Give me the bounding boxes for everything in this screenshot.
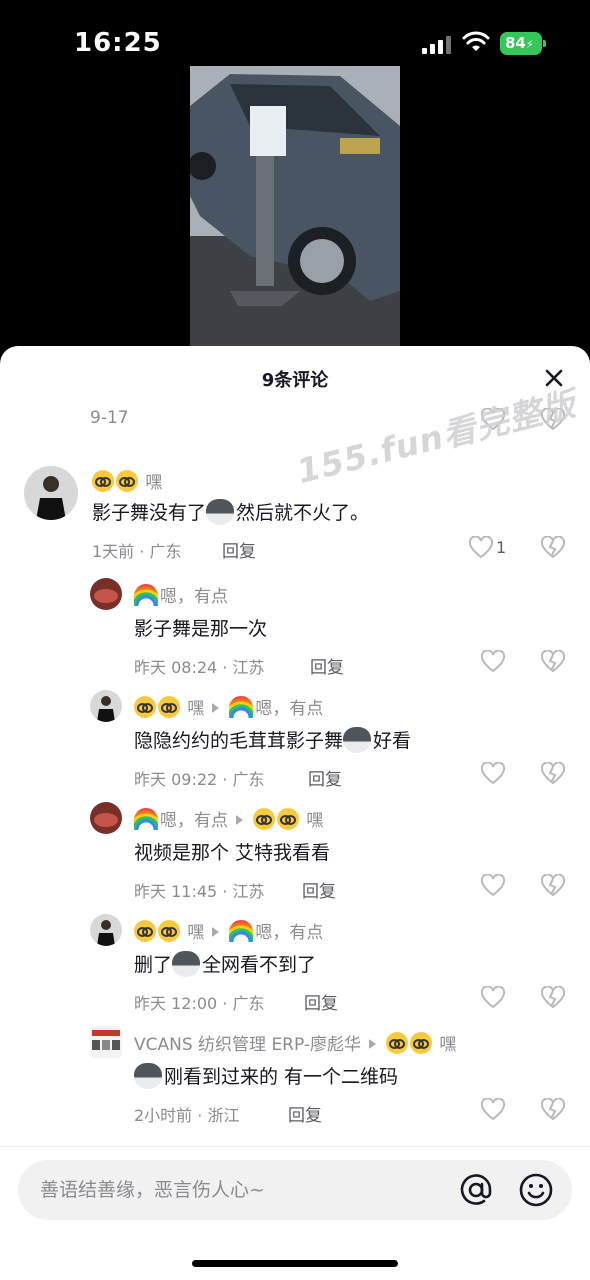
comment-text: 刚看到过来的 有一个二维码 [134,1062,398,1089]
nerd-emoji [277,808,299,830]
broken-heart-icon[interactable] [540,1098,566,1122]
heart-icon[interactable] [468,536,494,560]
comment-text: 视频是那个 艾特我看看 [134,842,331,864]
heart-icon[interactable] [480,986,506,1010]
comment-username[interactable]: 嗯，有点 嘿 [134,806,323,831]
husky-emoji [134,1063,162,1089]
reply-button[interactable]: 回复 [222,537,256,562]
comment-text: 隐隐约约的毛茸茸影子舞 好看 [134,726,411,753]
husky-emoji [343,727,372,753]
comment-username[interactable]: 嗯，有点 [134,582,228,607]
comment-input-bar [18,1160,572,1220]
broken-heart-icon[interactable] [540,986,566,1010]
reply-button[interactable]: 回复 [310,653,344,678]
avatar[interactable] [90,914,122,946]
smile-icon[interactable] [518,1172,554,1208]
comment-meta: 2小时前 · 浙江 [134,1106,240,1125]
divider [0,1146,590,1147]
rainbow-emoji [229,696,254,718]
comment-meta: 昨天 12:00 · 广东 [134,994,265,1013]
avatar[interactable] [90,578,122,610]
reply-button[interactable]: 回复 [288,1101,322,1126]
nerd-emoji [386,1032,409,1054]
heart-icon[interactable] [480,762,506,786]
husky-emoji [172,951,201,977]
comment-text: 影子舞没有了 然后就不火了。 [92,498,369,525]
rainbow-emoji [134,808,158,830]
like-count: 1 [496,538,507,557]
car-photo [190,66,400,348]
nerd-emoji [134,920,156,942]
comment-text: 删了 全网看不到了 [134,950,316,977]
broken-heart-icon[interactable] [540,874,566,898]
comment-username[interactable]: 嘿 [92,468,162,493]
at-icon[interactable] [458,1172,494,1208]
video-preview[interactable] [190,66,400,348]
comment-text: 影子舞是那一次 [134,618,268,640]
heart-icon[interactable] [480,874,506,898]
husky-emoji [206,499,235,525]
reply-arrow-icon [236,815,243,825]
comment-meta: 昨天 08:24 · 江苏 [134,658,265,677]
comment-count-title: 9条评论 [261,370,329,391]
rainbow-emoji [134,584,158,606]
heart-icon[interactable] [480,1098,506,1122]
reply-arrow-icon [212,927,220,937]
comment-meta: 昨天 09:22 · 广东 [134,770,265,789]
status-time: 16:25 [74,28,162,58]
nerd-emoji [92,470,114,492]
comment-username[interactable]: 嘿嗯，有点 [134,918,323,943]
nerd-emoji [116,470,138,492]
reply-arrow-icon [369,1039,377,1049]
broken-heart-icon[interactable] [540,536,566,560]
reply-button[interactable]: 回复 [302,877,336,902]
avatar[interactable] [90,690,122,722]
battery-indicator: 84⚡ [500,32,546,55]
post-date: 9-17 [90,408,129,428]
comment-meta: 昨天 11:45 · 江苏 [134,882,265,901]
heart-icon[interactable] [480,650,506,674]
comment-input[interactable] [40,1160,440,1220]
rainbow-emoji [229,920,254,942]
nerd-emoji [253,808,275,830]
comment-meta: 1天前 · 广东 [92,542,182,561]
comment-username[interactable]: 嘿嗯，有点 [134,694,323,719]
avatar[interactable] [24,466,78,520]
avatar[interactable] [90,1026,122,1058]
battery-level: 84 [505,34,526,52]
nerd-emoji [158,920,180,942]
nerd-emoji [158,696,180,718]
avatar[interactable] [90,802,122,834]
broken-heart-icon[interactable] [540,650,566,674]
comment-username[interactable]: VCANS 纺织管理 ERP-廖彪华 嘿 [134,1030,456,1055]
nerd-emoji [134,696,156,718]
reply-button[interactable]: 回复 [304,989,338,1014]
reply-button[interactable]: 回复 [308,765,342,790]
broken-heart-icon[interactable] [540,762,566,786]
wifi-icon [462,31,490,51]
home-indicator [192,1260,398,1267]
reply-arrow-icon [212,703,220,713]
nerd-emoji [410,1032,433,1054]
cellular-signal-icon [422,34,452,54]
